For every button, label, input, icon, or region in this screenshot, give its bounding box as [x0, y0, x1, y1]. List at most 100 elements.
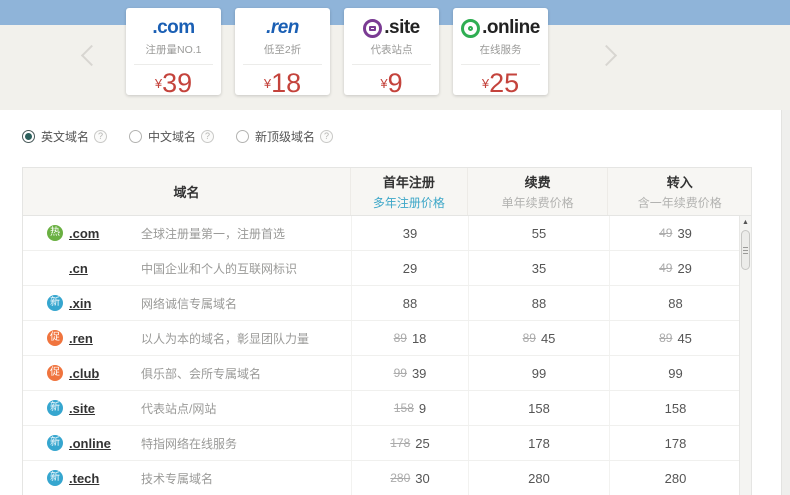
promo-card-site[interactable]: .site 代表站点 ¥9 — [344, 8, 439, 98]
current-price: 45 — [540, 330, 556, 346]
help-icon[interactable]: ? — [201, 130, 215, 143]
renew-price-cell: 55 — [468, 216, 609, 250]
card-divider — [352, 64, 431, 65]
promo-card-online[interactable]: .online 在线服务 ¥25 — [453, 8, 548, 98]
tld-link[interactable]: .tech — [69, 471, 141, 486]
current-price: 99 — [531, 365, 547, 381]
help-icon[interactable]: ? — [320, 130, 334, 143]
card-price: ¥9 — [344, 68, 439, 99]
page-scrollbar-track[interactable] — [781, 110, 790, 495]
current-price: 99 — [668, 365, 683, 381]
price-value: 9 — [387, 68, 403, 98]
scrollbar-thumb[interactable] — [741, 230, 750, 270]
currency-symbol: ¥ — [481, 76, 490, 91]
radio-icon[interactable] — [236, 130, 250, 143]
table-row: 热 .com 全球注册量第一，注册首选 39 55 49 39 — [23, 216, 751, 251]
renew-price-cell: 35 — [468, 251, 609, 285]
current-price: 45 — [677, 330, 692, 346]
tld-link[interactable]: .club — [69, 366, 141, 381]
domain-cell: 促 .ren 以人为本的域名，彰显团队力量 — [23, 321, 351, 355]
card-tagline: 在线服务 — [479, 44, 522, 56]
domain-cell: 新 .online 特指网络在线服务 — [23, 426, 351, 460]
filter-option-english-domain[interactable]: 英文域名 ? — [22, 128, 108, 145]
table-body: 热 .com 全球注册量第一，注册首选 39 55 49 39 .cn 中国企业… — [23, 216, 751, 495]
renew-price-cell: 280 — [468, 461, 609, 495]
tld-badge: 促 — [47, 365, 63, 381]
renew-price-cell: 99 — [468, 356, 609, 390]
domain-cell: 新 .tech 技术专属域名 — [23, 461, 351, 495]
transfer-price-cell: 49 29 — [609, 251, 741, 285]
table-scrollbar[interactable]: ▲ — [739, 216, 751, 495]
current-price: 30 — [415, 470, 430, 486]
scrollbar-up-icon[interactable]: ▲ — [740, 216, 751, 230]
promo-card-ren[interactable]: .ren 低至2折 ¥18 — [235, 8, 330, 98]
old-price: 280 — [390, 471, 411, 485]
tld-description: 俱乐部、会所专属域名 — [141, 366, 262, 381]
price-value: 25 — [489, 68, 520, 98]
current-price: 178 — [528, 435, 550, 451]
transfer-price-cell: 280 — [609, 461, 741, 495]
filter-option-chinese-domain[interactable]: 中文域名 ? — [129, 128, 215, 145]
tld-description: 特指网络在线服务 — [141, 436, 238, 451]
tld-link[interactable]: .site — [69, 401, 141, 416]
tld-badge: 促 — [47, 330, 63, 346]
header-renewal: 续费 单年续费价格 — [466, 168, 608, 215]
register-price-cell: 99 39 — [351, 356, 468, 390]
current-price: 88 — [531, 295, 547, 311]
register-price-cell: 280 30 — [351, 461, 468, 495]
multi-year-price-link[interactable]: 多年注册价格 — [373, 194, 445, 211]
radio-icon[interactable] — [129, 130, 143, 143]
table-header: 域名 首年注册 多年注册价格 续费 单年续费价格 转入 含一年续费价格 — [23, 168, 751, 216]
tld-badge: 新 — [47, 435, 63, 451]
help-icon[interactable]: ? — [94, 130, 108, 143]
transfer-price-cell: 49 39 — [609, 216, 741, 250]
renew-price-cell: 88 — [468, 286, 609, 320]
domain-cell: .cn 中国企业和个人的互联网标识 — [23, 251, 351, 285]
current-price: 29 — [402, 260, 418, 276]
tld-link[interactable]: .ren — [69, 331, 141, 346]
filter-option-new-tld[interactable]: 新顶级域名 ? — [236, 128, 334, 145]
tld-link[interactable]: .com — [69, 226, 141, 241]
register-price-cell: 178 25 — [351, 426, 468, 460]
current-price: 158 — [664, 400, 687, 416]
card-price: ¥39 — [126, 68, 221, 99]
current-price: 35 — [531, 260, 547, 276]
current-price: 178 — [664, 435, 687, 451]
header-domain: 域名 — [173, 185, 200, 200]
register-price-cell: 158 9 — [351, 391, 468, 425]
current-price: 18 — [411, 330, 427, 346]
register-price-cell: 29 — [351, 251, 468, 285]
filter-label: 英文域名 — [41, 130, 90, 144]
tld-description: 以人为本的域名，彰显团队力量 — [141, 331, 310, 346]
header-transfer-in: 转入 含一年续费价格 — [607, 168, 751, 215]
table-row: 新 .xin 网络诚信专属域名 88 88 88 — [23, 286, 751, 321]
promo-card-com[interactable]: .com 注册量NO.1 ¥39 — [126, 8, 221, 98]
card-divider — [243, 64, 322, 65]
tld-badge: 新 — [47, 400, 63, 416]
old-price: 89 — [393, 331, 407, 345]
renew-price-cell: 158 — [468, 391, 609, 425]
old-price: 178 — [390, 436, 411, 450]
radio-icon[interactable] — [22, 130, 35, 143]
old-price: 99 — [393, 366, 407, 380]
domain-cell: 新 .xin 网络诚信专属域名 — [23, 286, 351, 320]
old-price: 158 — [393, 401, 414, 415]
register-price-cell: 89 18 — [351, 321, 468, 355]
tld-link[interactable]: .online — [69, 436, 141, 451]
current-price: 39 — [677, 225, 692, 241]
domain-cell: 热 .com 全球注册量第一，注册首选 — [23, 216, 351, 250]
card-divider — [134, 64, 213, 65]
table-row: 新 .site 代表站点/网站 158 9 158 158 — [23, 391, 751, 426]
tld-badge: 新 — [47, 295, 63, 311]
filter-label: 中文域名 — [148, 130, 197, 144]
tld-link[interactable]: .cn — [69, 261, 141, 276]
tld-description: 全球注册量第一，注册首选 — [141, 226, 286, 241]
current-price: 55 — [531, 225, 547, 241]
tld-link[interactable]: .xin — [69, 296, 141, 311]
renew-price-cell: 89 45 — [468, 321, 609, 355]
tld-description: 网络诚信专属域名 — [141, 296, 238, 311]
table-row: .cn 中国企业和个人的互联网标识 29 35 49 29 — [23, 251, 751, 286]
tld-badge: 新 — [47, 470, 63, 486]
old-price: 89 — [659, 331, 673, 345]
card-tagline: 低至2折 — [263, 44, 302, 56]
